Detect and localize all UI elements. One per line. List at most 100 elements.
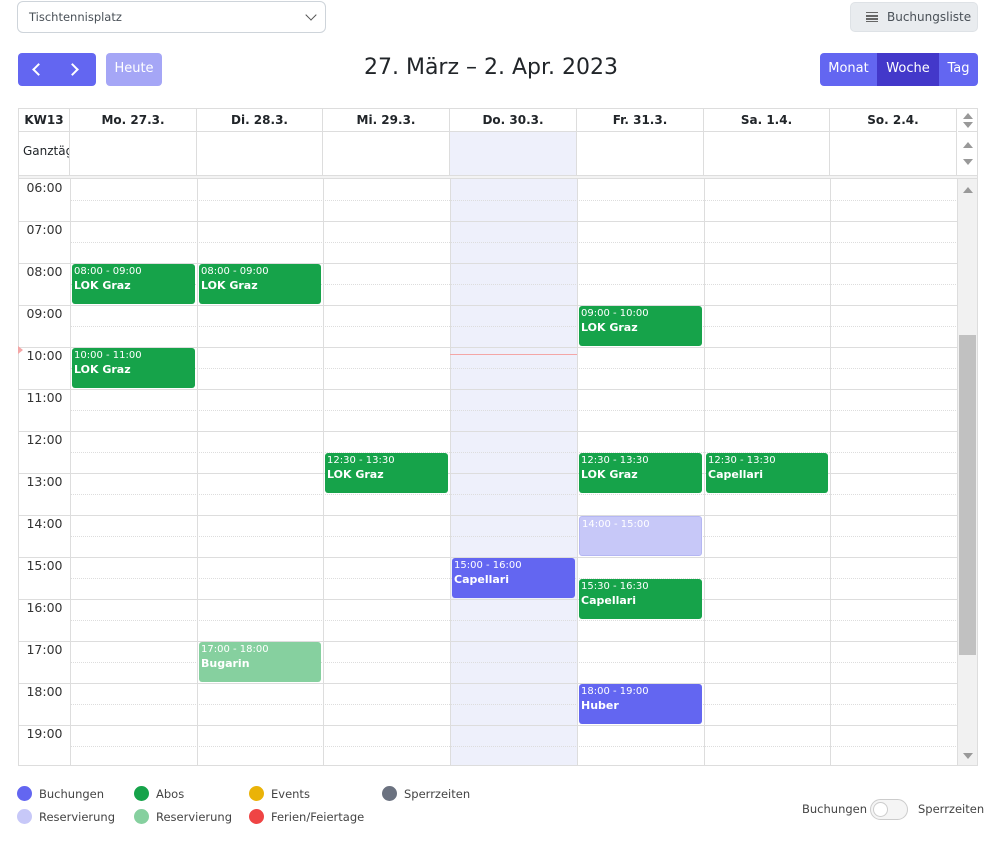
calendar-event[interactable]: 15:00 - 16:00 Capellari: [452, 558, 575, 598]
prev-week-button[interactable]: [18, 53, 57, 86]
grid-halfhour-line: [70, 200, 958, 201]
current-time-arrow: [18, 346, 23, 354]
current-time-line: [450, 354, 577, 355]
grid-hour-line: [19, 431, 958, 432]
legend-label: Buchungen: [39, 786, 105, 801]
allday-cell[interactable]: [450, 132, 577, 175]
grid-hour-line: [19, 305, 958, 306]
grid-hour-line: [19, 515, 958, 516]
scroll-up-icon[interactable]: [963, 187, 973, 193]
event-time: 10:00 - 11:00: [74, 350, 142, 361]
next-week-button[interactable]: [57, 53, 96, 86]
event-time: 08:00 - 09:00: [74, 266, 142, 277]
view-week-button[interactable]: Woche: [877, 53, 939, 86]
time-grid-scrollbar[interactable]: [958, 179, 977, 765]
chevron-right-icon: [66, 63, 79, 76]
event-name: LOK Graz: [581, 468, 638, 481]
week-number: KW13: [19, 109, 70, 132]
event-name: LOK Graz: [327, 468, 384, 481]
legend-dot: [17, 786, 32, 801]
calendar-event[interactable]: 12:30 - 13:30 LOK Graz: [325, 453, 448, 493]
time-label: 07:00: [26, 222, 63, 237]
time-label: 11:00: [26, 390, 63, 405]
scroll-up-icon[interactable]: [963, 113, 973, 119]
day-header[interactable]: Mi. 29.3.: [323, 109, 450, 132]
allday-cell[interactable]: [830, 132, 957, 175]
scroll-down-icon[interactable]: [963, 159, 973, 165]
time-label: 13:00: [26, 474, 63, 489]
event-name: LOK Graz: [201, 279, 258, 292]
grid-halfhour-line: [70, 494, 958, 495]
event-time: 12:30 - 13:30: [327, 455, 395, 466]
time-label: 12:00: [26, 432, 63, 447]
legend-dot: [249, 809, 264, 824]
view-month-button[interactable]: Monat: [820, 53, 877, 86]
calendar-event[interactable]: 12:30 - 13:30 LOK Graz: [579, 453, 702, 493]
legend-dot: [134, 786, 149, 801]
legend-label: Ferien/Feiertage: [271, 809, 365, 824]
legend-dot: [249, 786, 264, 801]
today-button[interactable]: Heute: [106, 53, 162, 86]
calendar-event[interactable]: 10:00 - 11:00 LOK Graz: [72, 348, 195, 388]
grid-hour-line: [19, 641, 958, 642]
allday-cell[interactable]: [70, 132, 197, 175]
time-label: 10:00: [26, 348, 63, 363]
grid-hour-line: [19, 725, 958, 726]
booking-list-label: Buchungsliste: [887, 10, 972, 24]
view-toggle[interactable]: [870, 799, 908, 820]
view-switcher: Monat Woche Tag: [820, 53, 978, 86]
chevron-down-icon: [305, 9, 317, 21]
grid-halfhour-line: [70, 326, 958, 327]
allday-cell[interactable]: [197, 132, 323, 175]
grid-halfhour-line: [70, 536, 958, 537]
location-select[interactable]: Tischtennisplatz: [17, 1, 326, 33]
event-name: Capellari: [708, 468, 763, 481]
calendar-event[interactable]: 08:00 - 09:00 LOK Graz: [72, 264, 195, 304]
time-label: 09:00: [26, 306, 63, 321]
legend-item: Abos: [134, 786, 184, 801]
grid-halfhour-line: [70, 746, 958, 747]
calendar-event[interactable]: 17:00 - 18:00 Bugarin: [199, 642, 321, 682]
event-time: 17:00 - 18:00: [201, 644, 269, 655]
calendar-event[interactable]: 15:30 - 16:30 Capellari: [579, 579, 702, 619]
legend-item: Buchungen: [17, 786, 104, 801]
day-header[interactable]: Fr. 31.3.: [577, 109, 704, 132]
event-name: LOK Graz: [74, 279, 131, 292]
day-header[interactable]: Sa. 1.4.: [704, 109, 830, 132]
time-grid[interactable]: 06:00 07:00 08:00 09:00 10:00 11:00 12:00 13:00…: [19, 179, 958, 765]
reservation-selection[interactable]: 14:00 - 15:00: [579, 516, 702, 556]
event-name: Capellari: [454, 573, 509, 586]
allday-cell[interactable]: [323, 132, 450, 175]
toggle-knob: [873, 802, 888, 817]
day-header[interactable]: Mo. 27.3.: [70, 109, 197, 132]
day-header[interactable]: Do. 30.3.: [450, 109, 577, 132]
legend-label: Reservierung: [156, 809, 233, 824]
scroll-down-icon[interactable]: [963, 753, 973, 759]
calendar-event[interactable]: 18:00 - 19:00 Huber: [579, 684, 702, 724]
calendar-event[interactable]: 12:30 - 13:30 Capellari: [706, 453, 828, 493]
view-day-button[interactable]: Tag: [939, 53, 978, 86]
event-name: Bugarin: [201, 657, 250, 670]
calendar-event[interactable]: 09:00 - 10:00 LOK Graz: [579, 306, 702, 346]
day-header[interactable]: So. 2.4.: [830, 109, 957, 132]
legend-item: Sperrzeiten: [382, 786, 470, 801]
calendar-event[interactable]: 08:00 - 09:00 LOK Graz: [199, 264, 321, 304]
grid-halfhour-line: [70, 620, 958, 621]
event-time: 08:00 - 09:00: [201, 266, 269, 277]
scroll-down-icon[interactable]: [963, 122, 973, 128]
scrollbar-thumb[interactable]: [959, 335, 976, 655]
day-header[interactable]: Di. 28.3.: [197, 109, 323, 132]
legend-label: Sperrzeiten: [404, 786, 471, 801]
time-label: 08:00: [26, 264, 63, 279]
scroll-up-icon[interactable]: [963, 142, 973, 148]
grid-halfhour-line: [70, 704, 958, 705]
grid-halfhour-line: [70, 368, 958, 369]
legend-label: Events: [271, 786, 310, 801]
location-select-value: Tischtennisplatz: [29, 10, 122, 24]
event-name: LOK Graz: [74, 363, 131, 376]
allday-cell[interactable]: [577, 132, 704, 175]
allday-cell[interactable]: [704, 132, 830, 175]
time-label: 18:00: [26, 684, 63, 699]
booking-list-button[interactable]: Buchungsliste: [850, 2, 978, 32]
legend-item: Reservierung: [134, 809, 232, 824]
